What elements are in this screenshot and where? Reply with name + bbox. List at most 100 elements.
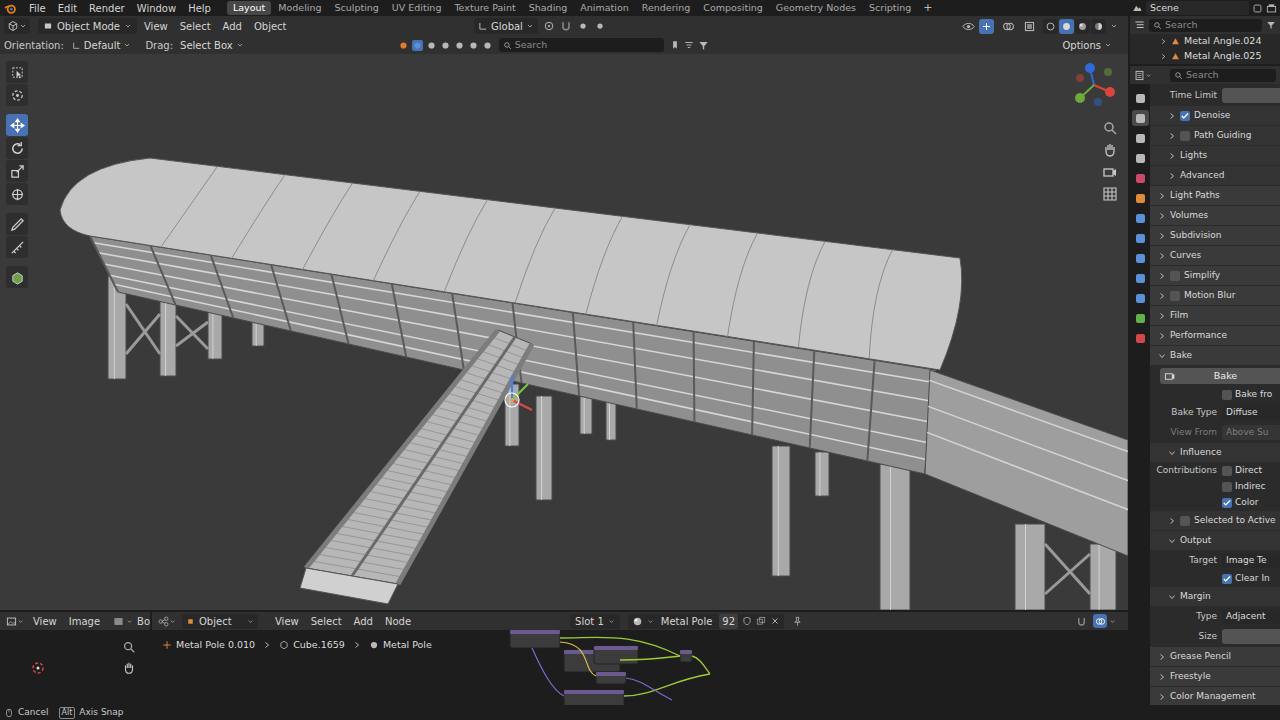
checkbox[interactable] (1180, 111, 1190, 121)
properties-tab[interactable] (1132, 130, 1149, 146)
workspace-tab[interactable]: Geometry Nodes (770, 1, 862, 15)
menu-item[interactable]: Add (349, 614, 378, 629)
search-input[interactable] (1165, 18, 1258, 32)
expand-arrow-icon[interactable] (1168, 517, 1176, 525)
expand-arrow-icon[interactable] (1158, 292, 1166, 300)
object-type-filter-icon[interactable] (398, 40, 409, 51)
object-type-filter-icon[interactable] (468, 40, 479, 51)
panel-header[interactable]: Light Paths (1150, 186, 1280, 205)
properties-tab[interactable] (1132, 250, 1149, 266)
workspace-tab[interactable]: Layout (227, 1, 271, 15)
field-value[interactable]: Adjacent (1222, 609, 1280, 624)
menu-item[interactable]: Render (83, 1, 131, 16)
menu-item[interactable]: Edit (52, 1, 83, 16)
gizmo-toggle[interactable] (979, 19, 994, 34)
menu-item[interactable]: Select (175, 19, 216, 34)
duplicate-icon[interactable] (756, 616, 766, 626)
properties-tab[interactable] (1132, 90, 1149, 106)
visibility-icon[interactable] (962, 20, 975, 33)
viewport-canvas[interactable] (0, 54, 1128, 610)
checkbox[interactable] (1222, 466, 1232, 476)
field-value[interactable]: Diffuse (1222, 405, 1280, 420)
bridge-model[interactable] (0, 54, 1128, 610)
zoom-icon[interactable] (1102, 120, 1118, 136)
object-type-filter-icon[interactable] (440, 40, 451, 51)
search-input[interactable] (515, 38, 660, 52)
subpanel-header[interactable]: Path Guiding (1150, 126, 1280, 145)
add-workspace-button[interactable]: + (917, 0, 938, 16)
snap-icon[interactable] (1076, 616, 1087, 627)
expand-arrow-icon[interactable] (1158, 252, 1166, 260)
scene-icon[interactable] (1131, 2, 1143, 14)
pin-icon[interactable] (792, 616, 803, 627)
pan-hand-icon[interactable] (122, 661, 136, 675)
breadcrumb-item[interactable]: Cube.1659 (279, 638, 345, 652)
menu-item[interactable]: Image (64, 614, 105, 629)
search-field[interactable] (499, 38, 664, 52)
panel-header[interactable]: Film (1150, 306, 1280, 325)
field-value[interactable] (1222, 88, 1280, 103)
pivot-icon[interactable] (543, 20, 555, 32)
cursor-icon[interactable] (30, 660, 46, 676)
shading-mode-button[interactable] (1075, 19, 1090, 34)
workspace-tab[interactable]: UV Editing (386, 1, 448, 15)
grid-icon[interactable] (1102, 186, 1118, 202)
object-type-filter-icon[interactable] (454, 40, 465, 51)
checkbox-row[interactable]: Clear In (1150, 571, 1280, 586)
checkbox[interactable] (1222, 498, 1232, 508)
workspace-tab[interactable]: Animation (574, 1, 634, 15)
filter-icon[interactable] (1266, 20, 1276, 30)
pan-hand-icon[interactable] (1102, 142, 1118, 158)
context-dropdown[interactable]: Object (182, 614, 258, 629)
properties-tab[interactable] (1132, 290, 1149, 306)
field-value[interactable]: Image Te (1222, 553, 1280, 568)
panel-header[interactable]: Subdivision (1150, 226, 1280, 245)
panel-header[interactable]: Freestyle (1150, 667, 1280, 686)
expand-arrow-icon[interactable] (1158, 332, 1166, 340)
view-layer-icon[interactable] (1266, 3, 1277, 14)
material-selector[interactable]: Metal Pole92 (628, 614, 784, 629)
expand-arrow-icon[interactable] (1158, 272, 1166, 280)
mode-dropdown[interactable]: Object Mode (38, 18, 137, 34)
object-type-filter-icon[interactable] (482, 40, 493, 51)
subpanel-header[interactable]: Output (1150, 531, 1280, 550)
menu-item[interactable]: Window (131, 1, 182, 16)
expand-arrow-icon[interactable] (1168, 537, 1176, 545)
expand-arrow-icon[interactable] (1168, 152, 1176, 160)
checkbox[interactable] (1180, 516, 1190, 526)
expand-arrow-icon[interactable] (1158, 212, 1166, 220)
properties-tab[interactable] (1132, 270, 1149, 286)
expand-arrow-icon[interactable] (1158, 352, 1166, 360)
checkbox[interactable] (1222, 574, 1232, 584)
properties-tab[interactable] (1132, 210, 1149, 226)
properties-tab[interactable] (1132, 110, 1149, 126)
subpanel-header[interactable]: Margin (1150, 587, 1280, 606)
expand-arrow-icon[interactable] (1158, 192, 1166, 200)
panel-header[interactable]: Simplify (1150, 266, 1280, 285)
object-type-filter-icon[interactable] (426, 40, 437, 51)
properties-tab[interactable] (1132, 230, 1149, 246)
outliner-icon[interactable] (1134, 20, 1145, 31)
blender-logo-icon[interactable] (4, 2, 17, 15)
xray-icon[interactable] (1023, 20, 1036, 33)
transform-orientation-dropdown[interactable]: Default (68, 38, 136, 53)
chevron-icon[interactable] (1109, 618, 1116, 625)
menu-item[interactable]: Select (306, 614, 347, 629)
shading-mode-button[interactable] (1043, 19, 1058, 34)
menu-item[interactable]: Add (218, 19, 247, 34)
slot-dropdown[interactable]: Slot 1 (570, 614, 620, 629)
tool-button[interactable] (6, 114, 28, 136)
properties-tab[interactable] (1132, 310, 1149, 326)
expand-arrow-icon[interactable] (1158, 673, 1166, 681)
menu-item[interactable]: View (28, 614, 62, 629)
checkbox-row[interactable]: Indirec (1150, 479, 1280, 494)
panel-header[interactable]: Grease Pencil (1150, 647, 1280, 666)
navigation-gizmo[interactable] (1068, 58, 1120, 108)
subpanel-header[interactable]: Lights (1150, 146, 1280, 165)
menu-item[interactable]: Help (182, 1, 217, 16)
checkbox[interactable] (1222, 482, 1232, 492)
camera-icon[interactable] (1102, 164, 1118, 180)
checkbox-row[interactable]: ContributionsDirect (1150, 463, 1280, 478)
outliner-row[interactable]: Metal Angle.025 (1130, 49, 1280, 64)
snap-target-icon[interactable] (577, 20, 589, 32)
